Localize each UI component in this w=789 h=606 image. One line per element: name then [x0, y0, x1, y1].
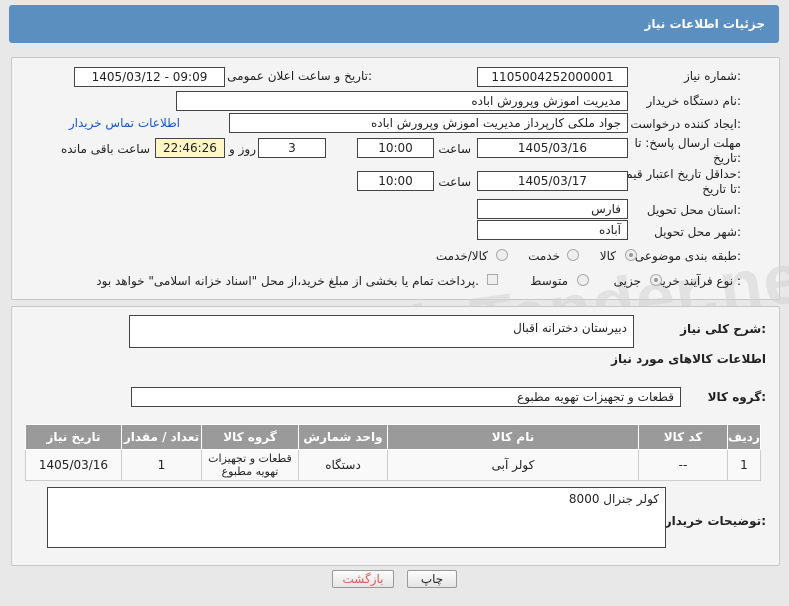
deadline-label-line2: تاریخ:	[713, 151, 741, 165]
table-row[interactable]: 1 -- کولر آبی دستگاه قطعات و تجهیزات تهو…	[25, 449, 761, 481]
process-radio-minor[interactable]	[650, 274, 662, 286]
need-number-field[interactable]: 1105004252000001	[477, 67, 628, 87]
days-label: روز و	[229, 142, 256, 156]
category-radio-goods[interactable]	[625, 249, 637, 261]
cell-group: قطعات و تجهیزات تهویه مطبوع	[201, 449, 299, 481]
category-option-goods: کالا	[599, 249, 616, 263]
creator-field[interactable]: جواد ملکی کارپرداز مدیریت اموزش وپرورش ا…	[229, 113, 628, 133]
city-label: شهر محل تحویل:	[654, 225, 741, 239]
city-field[interactable]: آباده	[477, 220, 628, 240]
buyer-label: نام دستگاه خریدار:	[646, 94, 742, 108]
page-header: جزئیات اطلاعات نیاز	[9, 5, 779, 43]
deadline-label-line1: مهلت ارسال پاسخ: تا	[634, 136, 741, 150]
validity-label-line1: حداقل تاریخ اعتبار قیمت:	[614, 167, 741, 181]
days-field[interactable]: 3	[258, 138, 326, 158]
summary-textarea[interactable]: دبیرستان دخترانه اقبال	[129, 315, 634, 348]
deadline-date-field[interactable]: 1405/03/16	[477, 138, 628, 158]
col-unit: واحد شمارش	[298, 424, 388, 450]
validity-date-field[interactable]: 1405/03/17	[477, 171, 628, 191]
goods-section-title: اطلاعات کالاهای مورد نیاز	[611, 352, 766, 366]
deadline-time-label: ساعت	[438, 142, 471, 156]
validity-time-field[interactable]: 10:00	[357, 171, 434, 191]
category-option-goods-service: کالا/خدمت	[435, 249, 488, 263]
category-radio-goods-service[interactable]	[496, 249, 508, 261]
cell-group-line1: قطعات و تجهیزات	[208, 452, 292, 465]
cell-qty: 1	[121, 449, 202, 481]
process-label: نوع فرآیند خرید :	[656, 274, 741, 288]
col-qty: تعداد / مقدار	[121, 424, 202, 450]
validity-label-line2: تا تاریخ:	[702, 182, 741, 196]
deadline-time-field[interactable]: 10:00	[357, 138, 434, 158]
page-title: جزئیات اطلاعات نیاز	[644, 17, 765, 31]
cell-name: کولر آبی	[387, 449, 639, 481]
creator-label: ایجاد کننده درخواست:	[630, 117, 741, 131]
print-button[interactable]: چاپ	[407, 570, 457, 588]
province-field[interactable]: فارس	[477, 199, 628, 219]
category-radio-service[interactable]	[567, 249, 579, 261]
treasury-payment-checkbox[interactable]	[487, 274, 498, 285]
category-option-service: خدمت	[528, 249, 560, 263]
goods-table-wrapper: ردیف کد کالا نام کالا واحد شمارش گروه کا…	[25, 424, 761, 481]
cell-date: 1405/03/16	[25, 449, 122, 481]
treasury-payment-note: پرداخت تمام یا بخشی از مبلغ خرید،از محل …	[96, 274, 479, 288]
col-group: گروه کالا	[201, 424, 299, 450]
remaining-time-field[interactable]: 22:46:26	[155, 138, 225, 158]
process-radio-medium[interactable]	[577, 274, 589, 286]
category-label: طبقه بندی موضوعی:	[634, 249, 741, 263]
validity-time-label: ساعت	[438, 175, 471, 189]
col-name: نام کالا	[387, 424, 639, 450]
buyer-notes-textarea[interactable]: کولر جنرال 8000	[47, 487, 666, 548]
buyer-field[interactable]: مدیریت اموزش وپرورش اباده	[176, 91, 628, 111]
goods-group-label: گروه کالا:	[707, 390, 766, 404]
goods-table: ردیف کد کالا نام کالا واحد شمارش گروه کا…	[25, 424, 761, 481]
summary-label: شرح کلی نیاز:	[680, 322, 766, 336]
announce-label: تاریخ و ساعت اعلان عمومی:	[227, 69, 372, 83]
buyer-contact-link[interactable]: اطلاعات تماس خریدار	[69, 116, 180, 130]
process-option-minor: جزیی	[613, 274, 641, 288]
cell-group-line2: تهویه مطبوع	[221, 465, 279, 478]
province-label: استان محل تحویل:	[646, 203, 741, 217]
col-date: تاریخ نیاز	[25, 424, 122, 450]
cell-index: 1	[727, 449, 761, 481]
announce-datetime-field[interactable]: 1405/03/12 - 09:09	[74, 67, 225, 87]
col-code: کد کالا	[638, 424, 728, 450]
col-index: ردیف	[727, 424, 761, 450]
table-header-row: ردیف کد کالا نام کالا واحد شمارش گروه کا…	[25, 424, 761, 450]
cell-unit: دستگاه	[298, 449, 388, 481]
remaining-time-label: ساعت باقی مانده	[60, 142, 150, 156]
process-option-medium: متوسط	[530, 274, 568, 288]
buyer-notes-label: توضیحات خریدار:	[664, 514, 766, 528]
cell-code: --	[638, 449, 728, 481]
back-button[interactable]: بازگشت	[332, 570, 394, 588]
goods-group-field[interactable]: قطعات و تجهیزات تهویه مطبوع	[131, 387, 681, 407]
need-number-label: شماره نیاز:	[683, 69, 741, 83]
